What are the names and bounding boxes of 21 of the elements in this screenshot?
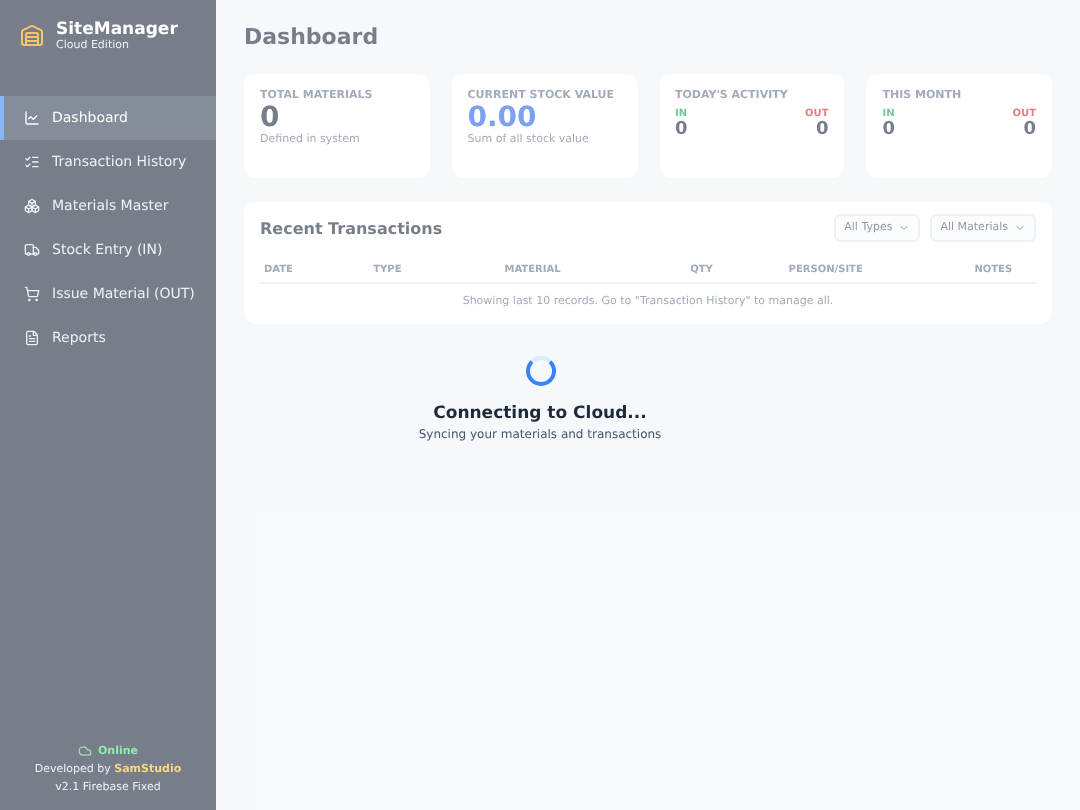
out-value: 0	[1023, 120, 1036, 140]
spinner-icon	[525, 356, 555, 386]
line-chart-icon	[24, 110, 40, 126]
chevron-icon	[898, 222, 911, 234]
panel-title: Recent Transactions	[260, 219, 443, 237]
in-value: 0	[675, 120, 688, 140]
brand-name: SiteManager	[56, 20, 178, 40]
out-value: 0	[815, 120, 829, 140]
chevron-icon	[1014, 222, 1026, 234]
stat-value: 0.00	[467, 102, 537, 134]
warehouse-icon	[20, 24, 44, 48]
cloud-icon	[77, 744, 92, 758]
boxes-icon	[24, 198, 40, 214]
page-title: Dashboard	[244, 24, 381, 50]
stat-value: 0	[260, 102, 280, 134]
list-icon	[24, 154, 40, 170]
loading-title: Connecting to Cloud...	[433, 404, 647, 424]
cart-icon	[24, 286, 40, 302]
in-value: 0	[882, 120, 896, 140]
truck-icon	[24, 242, 40, 258]
document-icon	[24, 330, 40, 346]
